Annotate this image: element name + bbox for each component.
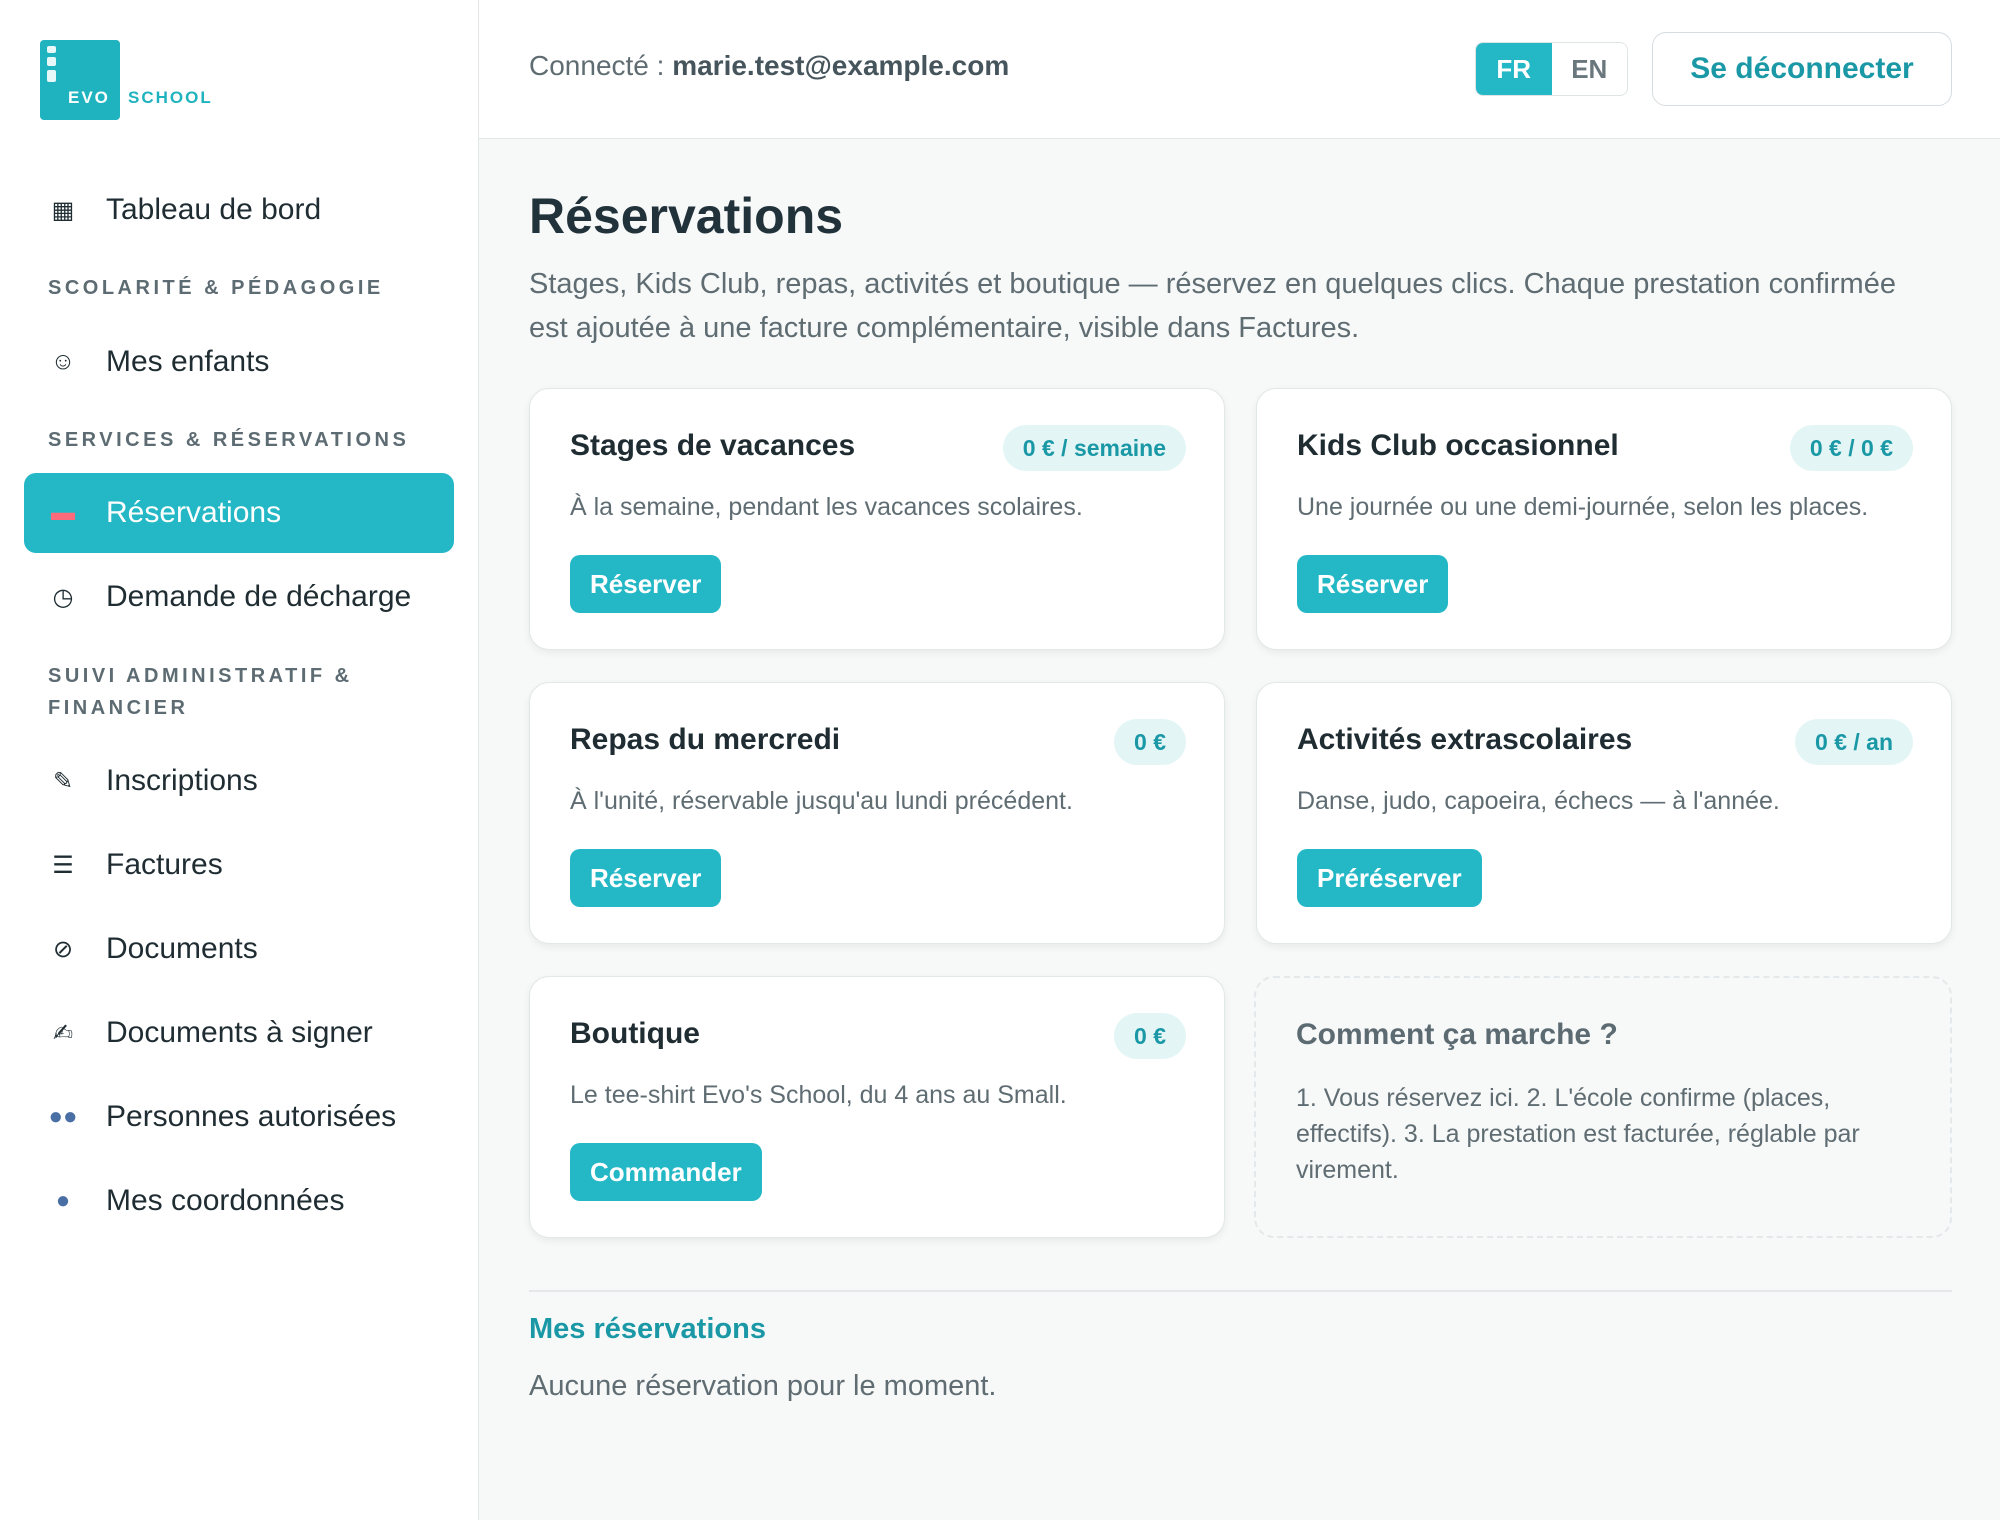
card-title: Repas du mercredi: [570, 723, 841, 756]
sidebar-item-inscriptions[interactable]: ✎ Inscriptions: [24, 741, 454, 821]
child-icon: ☺: [50, 348, 76, 375]
card-description: À la semaine, pendant les vacances scola…: [570, 493, 1083, 521]
sidebar-item-label: Factures: [106, 848, 223, 881]
main-content: Connecté : marie.test@example.com FR EN …: [479, 0, 2000, 1520]
memo-icon: ✎: [52, 767, 74, 795]
clock-icon: ◷: [52, 583, 74, 611]
sidebar-item-reservations[interactable]: ▬ Réservations: [24, 473, 454, 553]
sidebar-item-label: Tableau de bord: [106, 193, 322, 226]
sidebar-item-personnes-autorisees[interactable]: ●● Personnes autorisées: [24, 1077, 454, 1157]
prereserve-button[interactable]: Préréserver: [1297, 849, 1482, 907]
sidebar-item-label: Demande de décharge: [106, 580, 412, 613]
sidebar-item-label: Documents à signer: [106, 1016, 373, 1049]
logo-evo-text: EVO: [68, 88, 110, 107]
reserve-button[interactable]: Réserver: [570, 555, 722, 613]
sidebar-item-mes-enfants[interactable]: ☺ Mes enfants: [24, 322, 454, 402]
divider: [529, 1290, 1952, 1292]
card-title: Kids Club occasionnel: [1297, 429, 1619, 462]
sidebar-item-mes-coordonnees[interactable]: ● Mes coordonnées: [24, 1161, 454, 1241]
my-reservations-title: Mes réservations: [529, 1313, 766, 1345]
card-description: Danse, judo, capoeira, échecs — à l'anné…: [1297, 787, 1780, 815]
service-card-kids-club: Kids Club occasionnel 0 € / 0 € Une jour…: [1256, 388, 1952, 650]
section-heading: SERVICES & RÉSERVATIONS: [48, 429, 410, 451]
sidebar-item-label: Personnes autorisées: [106, 1100, 397, 1133]
connected-user: Connecté : marie.test@example.com: [529, 50, 1009, 82]
card-title: Activités extrascolaires: [1297, 723, 1633, 756]
price-badge: 0 € / an: [1795, 719, 1913, 765]
logo-school-text: SCHOOL: [128, 88, 213, 107]
evo-school-logo[interactable]: EVO SCHOOL: [40, 40, 213, 120]
logo-bar: [47, 57, 56, 66]
logo-bar: [47, 70, 56, 82]
connected-label: Connecté :: [529, 50, 673, 81]
top-bar: Connecté : marie.test@example.com FR EN …: [479, 0, 2000, 139]
sidebar-item-dashboard[interactable]: ▦ Tableau de bord: [24, 170, 454, 250]
section-heading: SUIVI ADMINISTRATIF & FINANCIER: [48, 665, 353, 719]
language-switcher: FR EN: [1475, 42, 1628, 96]
service-card-activites: Activités extrascolaires 0 € / an Danse,…: [1256, 682, 1952, 944]
sidebar-item-label: Réservations: [106, 496, 282, 529]
card-title: Stages de vacances: [570, 429, 856, 462]
service-card-repas: Repas du mercredi 0 € À l'unité, réserva…: [529, 682, 1225, 944]
service-card-boutique: Boutique 0 € Le tee-shirt Evo's School, …: [529, 976, 1225, 1238]
sidebar-item-documents-a-signer[interactable]: ✍ Documents à signer: [24, 993, 454, 1073]
sidebar-item-demande-decharge[interactable]: ◷ Demande de décharge: [24, 557, 454, 637]
price-badge: 0 €: [1114, 1013, 1186, 1059]
sidebar-item-documents[interactable]: ⊘ Documents: [24, 909, 454, 989]
price-badge: 0 € / semaine: [1002, 425, 1186, 471]
logout-button[interactable]: Se déconnecter: [1652, 32, 1952, 106]
sidebar-item-label: Documents: [106, 932, 258, 965]
sidebar-item-label: Mes coordonnées: [106, 1184, 345, 1217]
sidebar-item-factures[interactable]: ☰ Factures: [24, 825, 454, 905]
sidebar: EVO SCHOOL ▦ Tableau de bord SCOLARITÉ &…: [0, 0, 479, 1520]
lang-en-button[interactable]: EN: [1552, 43, 1628, 95]
user-email: marie.test@example.com: [672, 50, 1010, 81]
receipt-icon: ☰: [52, 851, 74, 879]
price-badge: 0 € / 0 €: [1789, 425, 1913, 471]
paperclip-icon: ⊘: [52, 935, 74, 963]
section-heading: SCOLARITÉ & PÉDAGOGIE: [48, 277, 384, 299]
page-subtitle: Stages, Kids Club, repas, activités et b…: [529, 268, 1896, 344]
sidebar-item-label: Mes enfants: [106, 345, 270, 378]
lang-fr-button[interactable]: FR: [1476, 43, 1552, 95]
writing-hand-icon: ✍: [52, 1019, 74, 1047]
how-it-works-panel: Comment ça marche ? 1. Vous réservez ici…: [1254, 976, 1952, 1238]
order-button[interactable]: Commander: [570, 1143, 762, 1201]
card-description: À l'unité, réservable jusqu'au lundi pré…: [570, 787, 1073, 815]
page-title: Réservations: [529, 188, 844, 244]
price-badge: 0 €: [1114, 719, 1186, 765]
card-description: Une journée ou une demi-journée, selon l…: [1297, 493, 1869, 521]
person-icon: ●: [55, 1187, 71, 1214]
reserve-button[interactable]: Réserver: [1297, 555, 1449, 613]
how-it-works-text: 1. Vous réservez ici. 2. L'école confirm…: [1296, 1084, 1860, 1184]
card-description: Le tee-shirt Evo's School, du 4 ans au S…: [570, 1081, 1067, 1109]
sidebar-item-label: Inscriptions: [106, 764, 258, 797]
logo-mark: EVO: [40, 40, 120, 120]
service-card-stages: Stages de vacances 0 € / semaine À la se…: [529, 388, 1225, 650]
card-title: Boutique: [570, 1017, 700, 1050]
ticket-icon: ▬: [51, 499, 75, 526]
people-icon: ●●: [48, 1103, 78, 1130]
logo-bar: [47, 46, 56, 53]
how-it-works-title: Comment ça marche ?: [1296, 1018, 1618, 1051]
reserve-button[interactable]: Réserver: [570, 849, 722, 907]
empty-reservations-message: Aucune réservation pour le moment.: [529, 1370, 997, 1402]
grid-icon: ▦: [51, 196, 75, 224]
